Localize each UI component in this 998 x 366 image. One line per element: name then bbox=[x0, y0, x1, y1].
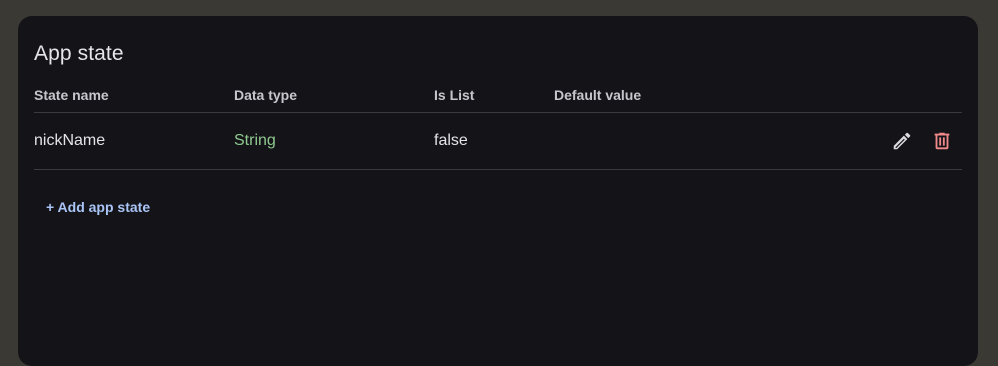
data-type-cell: String bbox=[234, 132, 276, 149]
row-actions bbox=[890, 129, 954, 153]
delete-button[interactable] bbox=[930, 129, 954, 153]
column-header-is-list: Is List bbox=[434, 87, 475, 103]
pencil-icon bbox=[893, 132, 911, 150]
column-header-state-name: State name bbox=[34, 87, 109, 103]
table-header: State name Data type Is List Default val… bbox=[34, 84, 962, 113]
state-name-cell: nickName bbox=[34, 132, 106, 149]
app-state-table: State name Data type Is List Default val… bbox=[34, 84, 962, 170]
app-state-panel: App state State name Data type Is List D… bbox=[18, 16, 978, 366]
column-header-data-type: Data type bbox=[234, 87, 298, 103]
trash-icon bbox=[934, 132, 950, 150]
panel-title: App state bbox=[34, 42, 124, 65]
column-header-default-value: Default value bbox=[554, 87, 642, 103]
add-app-state-button[interactable]: + Add app state bbox=[46, 199, 150, 215]
is-list-cell: false bbox=[434, 132, 468, 149]
edit-button[interactable] bbox=[890, 129, 914, 153]
table-row: nickName String false bbox=[34, 113, 962, 170]
